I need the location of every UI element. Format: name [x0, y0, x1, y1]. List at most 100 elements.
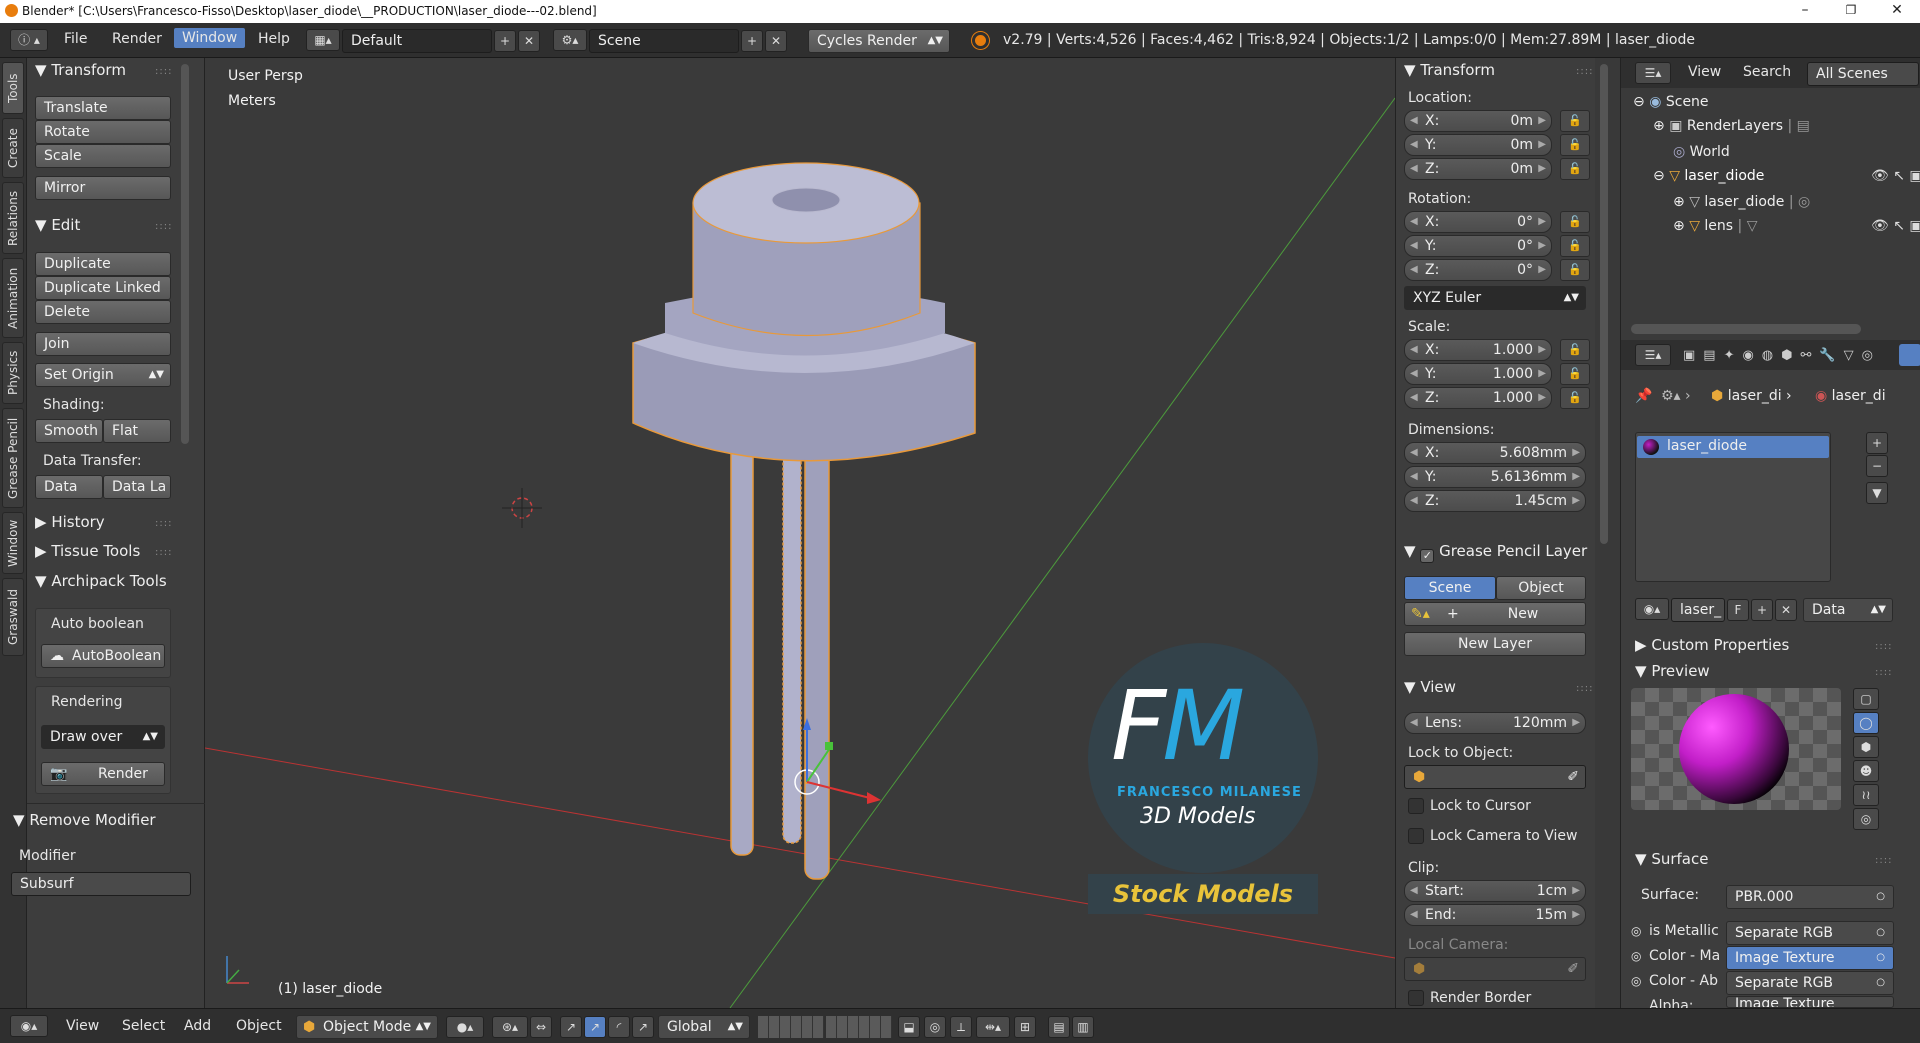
properties-editor-icon[interactable]: ☰▴: [1635, 344, 1671, 366]
data-button[interactable]: Data: [35, 475, 103, 499]
outliner-item-renderlayers[interactable]: ⊕ ▣ RenderLayers | ▤: [1653, 118, 1810, 134]
outliner-menu-view[interactable]: View: [1688, 64, 1721, 80]
tab-graswald[interactable]: Graswald: [2, 578, 24, 656]
screen-layout-field[interactable]: Default: [342, 29, 492, 53]
input-link-icon[interactable]: ◎: [1631, 974, 1641, 988]
lock-icon[interactable]: 🔓: [1560, 110, 1590, 132]
location-x-field[interactable]: ◀ X: 0m ▶: [1404, 110, 1552, 132]
new-layer-button[interactable]: New Layer: [1404, 632, 1586, 656]
fake-user-button[interactable]: F: [1727, 599, 1749, 621]
outliner-menu-search[interactable]: Search: [1743, 64, 1791, 80]
input-select[interactable]: Image Texture ○: [1726, 946, 1894, 970]
material-browse-icon[interactable]: ◉▴: [1635, 598, 1669, 620]
properties-context-tabs[interactable]: ▣▤✦◉◍⬢⚯🔧▽◎: [1683, 348, 1881, 363]
scale-y-field[interactable]: ◀ Y: 1.000 ▶: [1404, 363, 1552, 385]
lock-icon[interactable]: 🔓: [1560, 339, 1590, 361]
drag-handle-icon[interactable]: ::::: [1576, 66, 1593, 77]
screen-layout-icon[interactable]: ▦▴: [306, 29, 340, 51]
viewport-shading-icon[interactable]: ●▴: [446, 1016, 484, 1038]
snap-toggle-icon[interactable]: ⟂: [950, 1016, 972, 1038]
drag-handle-icon[interactable]: ::::: [1875, 641, 1892, 652]
duplicate-linked-button[interactable]: Duplicate Linked: [35, 276, 171, 300]
scale-x-field[interactable]: ◀ X: 1.000 ▶: [1404, 339, 1552, 361]
tool-shelf-scrollbar[interactable]: [181, 64, 189, 444]
lock-icon[interactable]: 🔓: [1560, 158, 1590, 180]
lock-icon[interactable]: 🔓: [1560, 134, 1590, 156]
lock-icon[interactable]: 🔓: [1560, 387, 1590, 409]
archipack-panel-header[interactable]: ▼ Archipack Tools: [35, 572, 175, 590]
surface-select[interactable]: PBR.000 ○: [1726, 885, 1894, 909]
material-name-field[interactable]: laser_: [1671, 598, 1725, 622]
add-material-icon[interactable]: +: [1751, 599, 1773, 621]
tab-tools[interactable]: Tools: [2, 62, 24, 114]
input-link-icon[interactable]: ◎: [1631, 949, 1641, 963]
history-panel-header[interactable]: ▶ History: [35, 513, 105, 531]
autoboolean-button[interactable]: ☁ AutoBoolean: [41, 644, 165, 668]
manipulator-toggle-icon[interactable]: ⇔: [530, 1016, 552, 1038]
preview-sphere-icon[interactable]: ◯: [1853, 712, 1879, 734]
input-select[interactable]: Separate RGB ○: [1726, 971, 1894, 995]
link-select[interactable]: Data ▲▼: [1803, 598, 1893, 622]
add-screen-icon[interactable]: +: [494, 30, 516, 52]
outliner-filter-select[interactable]: All Scenes: [1807, 62, 1919, 86]
scene-field[interactable]: Scene: [589, 29, 739, 53]
clip-end-field[interactable]: ◀ End: 15m ▶: [1404, 904, 1586, 926]
layers-grid-a[interactable]: [758, 1016, 824, 1038]
unlink-material-icon[interactable]: ✕: [1775, 599, 1797, 621]
transform-n-panel-header[interactable]: ▼ Transform: [1404, 61, 1495, 79]
visibility-eye-icon[interactable]: 👁 ↖ ▣: [1871, 218, 1920, 234]
object-mode-select[interactable]: ⬢ Object Mode ▲▼: [296, 1015, 438, 1039]
menu-select[interactable]: Select: [122, 1018, 165, 1034]
tab-grease-pencil[interactable]: Grease Pencil: [2, 408, 24, 508]
modifier-field[interactable]: Subsurf: [11, 872, 191, 896]
proportional-edit-icon[interactable]: ◎: [924, 1016, 946, 1038]
render-border-checkbox[interactable]: [1408, 990, 1424, 1006]
custom-properties-panel-header[interactable]: ▶ Custom Properties: [1635, 636, 1789, 654]
drag-handle-icon[interactable]: ::::: [1875, 667, 1892, 678]
rotation-x-field[interactable]: ◀ X: 0° ▶: [1404, 211, 1552, 233]
npanel-scrollbar[interactable]: [1600, 64, 1608, 544]
grease-pencil-checkbox[interactable]: ✓: [1420, 549, 1435, 563]
lock-camera-checkbox[interactable]: [1408, 828, 1424, 844]
tab-physics[interactable]: Physics: [2, 342, 24, 404]
outliner-editor-icon[interactable]: ☰▴: [1635, 62, 1671, 84]
drag-handle-icon[interactable]: ::::: [155, 518, 172, 529]
input-select[interactable]: Image Texture: [1726, 996, 1894, 1008]
3d-viewport[interactable]: User Persp Meters (1) laser_diode FM FRA…: [205, 58, 1395, 1008]
drag-handle-icon[interactable]: ::::: [155, 547, 172, 558]
drag-handle-icon[interactable]: ::::: [1875, 855, 1892, 866]
join-button[interactable]: Join: [35, 332, 171, 356]
rotation-y-field[interactable]: ◀ Y: 0° ▶: [1404, 235, 1552, 257]
scene-icon[interactable]: ⚙▴: [553, 29, 587, 51]
dimension-z-field[interactable]: ◀ Z: 1.45cm ▶: [1404, 490, 1586, 512]
eyedropper-icon[interactable]: ✐: [1567, 766, 1579, 788]
outliner-hscrollbar[interactable]: [1631, 324, 1861, 334]
menu-object[interactable]: Object: [236, 1018, 282, 1034]
lock-to-object-field[interactable]: ⬢ ✐: [1404, 765, 1586, 789]
menu-view[interactable]: View: [66, 1018, 99, 1034]
lock-icon[interactable]: 🔓: [1560, 235, 1590, 257]
preview-flat-icon[interactable]: ▢: [1853, 688, 1879, 710]
render-preview-icon[interactable]: ▤: [1048, 1016, 1070, 1038]
lock-to-cursor-checkbox[interactable]: [1408, 798, 1424, 814]
lock-layers-icon[interactable]: ⬓: [898, 1016, 920, 1038]
material-tab-active-icon[interactable]: [1899, 344, 1920, 366]
translate-manipulator-icon[interactable]: ↗: [560, 1016, 582, 1038]
outliner-item-laser-diode[interactable]: ⊖ ▽ laser_diode: [1653, 168, 1764, 184]
preview-monkey-icon[interactable]: ☻: [1853, 760, 1879, 782]
tab-create[interactable]: Create: [2, 118, 24, 178]
rotation-mode-select[interactable]: XYZ Euler ▲▼: [1404, 286, 1586, 310]
visibility-eye-icon[interactable]: 👁 ↖ ▣: [1871, 168, 1920, 184]
minimize-button[interactable]: –: [1782, 0, 1828, 23]
drag-handle-icon[interactable]: ::::: [155, 221, 172, 232]
eyedropper-icon[interactable]: ✐: [1567, 958, 1579, 980]
local-camera-field[interactable]: ⬢ ✐: [1404, 957, 1586, 981]
translate-button[interactable]: Translate: [35, 96, 171, 120]
delete-screen-icon[interactable]: ✕: [518, 30, 540, 52]
data-layers-button[interactable]: Data La: [103, 475, 171, 499]
transform-panel-header[interactable]: ▼ Transform: [35, 61, 126, 79]
render-button[interactable]: 📷 Render: [41, 762, 165, 786]
mirror-button[interactable]: Mirror: [35, 176, 171, 200]
snap-target-icon[interactable]: ⊞: [1014, 1016, 1036, 1038]
location-y-field[interactable]: ◀ Y: 0m ▶: [1404, 134, 1552, 156]
